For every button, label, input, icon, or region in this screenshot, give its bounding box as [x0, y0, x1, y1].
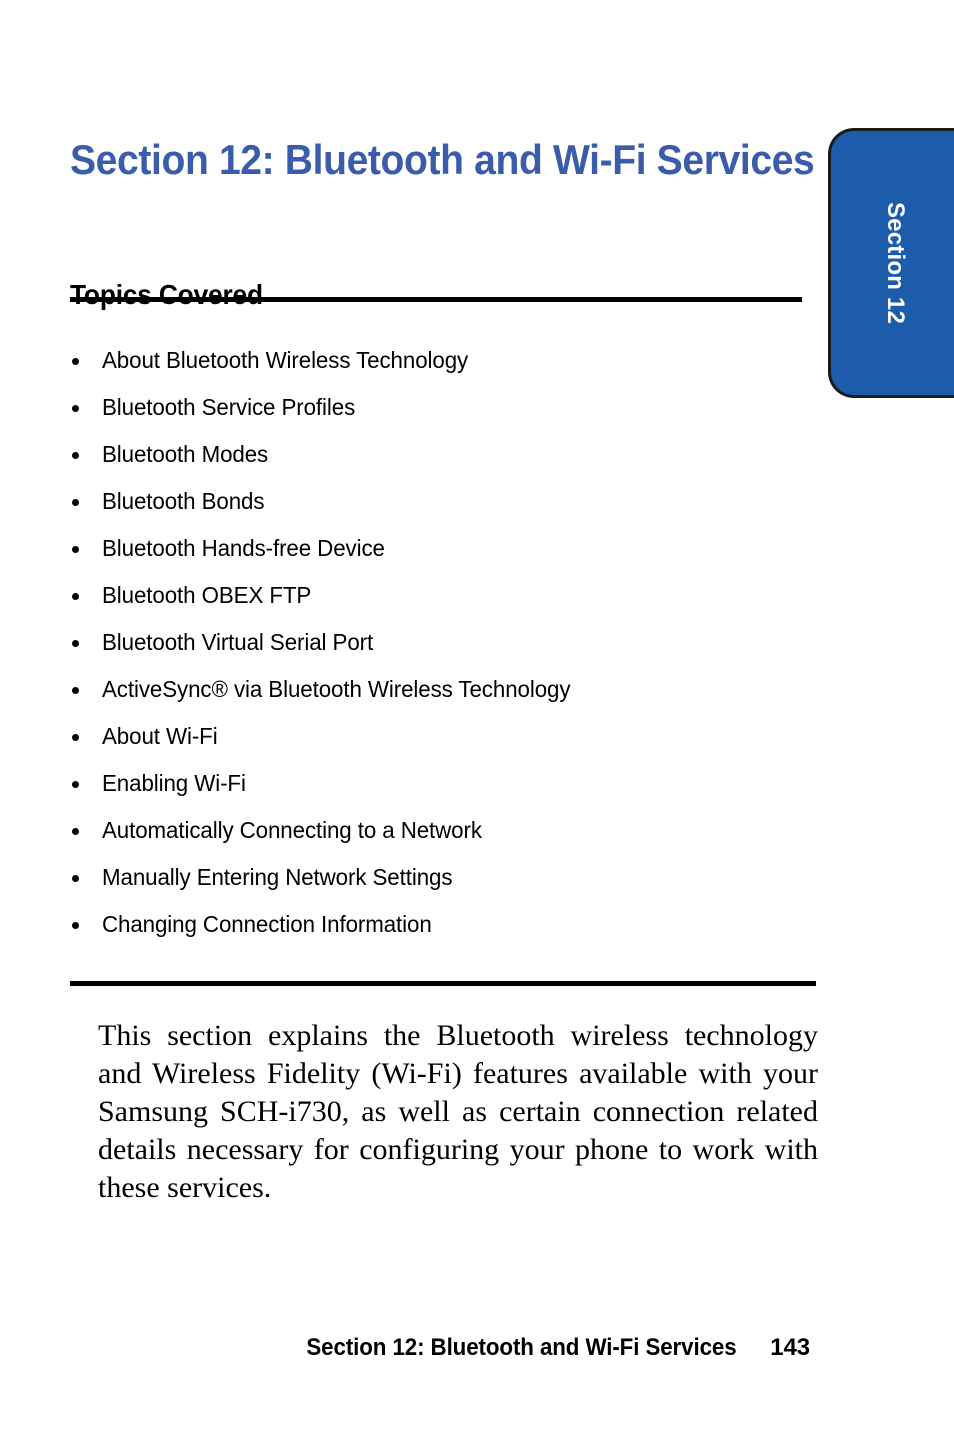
list-item-label: Bluetooth Bonds — [102, 488, 265, 514]
bullet-icon — [72, 451, 79, 459]
topics-covered-heading: Topics Covered — [70, 279, 263, 311]
bullet-icon — [72, 874, 79, 882]
page-title: Section 12: Bluetooth and Wi-Fi Services — [70, 136, 815, 184]
heading-divider-top — [70, 297, 802, 302]
document-page: Section 12 Section 12: Bluetooth and Wi-… — [0, 0, 954, 1433]
bullet-icon — [72, 357, 79, 365]
list-item-label: Manually Entering Network Settings — [102, 864, 453, 890]
list-item: Bluetooth Virtual Serial Port — [70, 619, 810, 666]
list-item-label: Bluetooth Hands-free Device — [102, 535, 385, 561]
list-item-label: Changing Connection Information — [102, 911, 432, 937]
list-item: Manually Entering Network Settings — [70, 854, 810, 901]
bullet-icon — [72, 639, 79, 647]
list-item-label: About Wi-Fi — [102, 723, 218, 749]
list-item-label: Bluetooth Service Profiles — [102, 394, 356, 420]
bullet-icon — [72, 686, 79, 694]
list-item: Bluetooth Service Profiles — [70, 384, 810, 431]
bullet-icon — [72, 827, 79, 835]
section-side-tab: Section 12 — [828, 128, 954, 398]
list-item: Bluetooth Modes — [70, 431, 810, 478]
list-item: Bluetooth Bonds — [70, 478, 810, 525]
bullet-icon — [72, 592, 79, 600]
list-item-label: About Bluetooth Wireless Technology — [102, 347, 469, 373]
bullet-icon — [72, 921, 79, 929]
list-item: About Bluetooth Wireless Technology — [70, 337, 810, 384]
footer-section-title: Section 12: Bluetooth and Wi-Fi Services — [306, 1334, 737, 1361]
list-item: ActiveSync® via Bluetooth Wireless Techn… — [70, 666, 810, 713]
list-item-label: Automatically Connecting to a Network — [102, 817, 482, 843]
list-item-label: Bluetooth Virtual Serial Port — [102, 629, 374, 655]
bullet-icon — [72, 404, 79, 412]
list-item-label: Bluetooth OBEX FTP — [102, 582, 312, 608]
list-item: Bluetooth Hands-free Device — [70, 525, 810, 572]
list-item: Bluetooth OBEX FTP — [70, 572, 810, 619]
list-item: About Wi-Fi — [70, 713, 810, 760]
footer-page-number: 143 — [770, 1334, 810, 1361]
page-footer: Section 12: Bluetooth and Wi-Fi Services… — [70, 1334, 810, 1362]
list-item: Changing Connection Information — [70, 901, 810, 948]
bullet-icon — [72, 780, 79, 788]
list-item: Automatically Connecting to a Network — [70, 807, 810, 854]
bullet-icon — [72, 733, 79, 741]
content-divider-bottom — [70, 981, 816, 986]
topics-list: About Bluetooth Wireless Technology Blue… — [70, 337, 810, 948]
list-item: Enabling Wi-Fi — [70, 760, 810, 807]
list-item-label: Enabling Wi-Fi — [102, 770, 246, 796]
bullet-icon — [72, 498, 79, 506]
intro-paragraph: This section explains the Bluetooth wire… — [98, 1019, 818, 1204]
list-item-label: ActiveSync® via Bluetooth Wireless Techn… — [102, 676, 571, 702]
section-side-tab-label: Section 12 — [881, 201, 909, 325]
list-item-label: Bluetooth Modes — [102, 441, 269, 467]
bullet-icon — [72, 545, 79, 553]
